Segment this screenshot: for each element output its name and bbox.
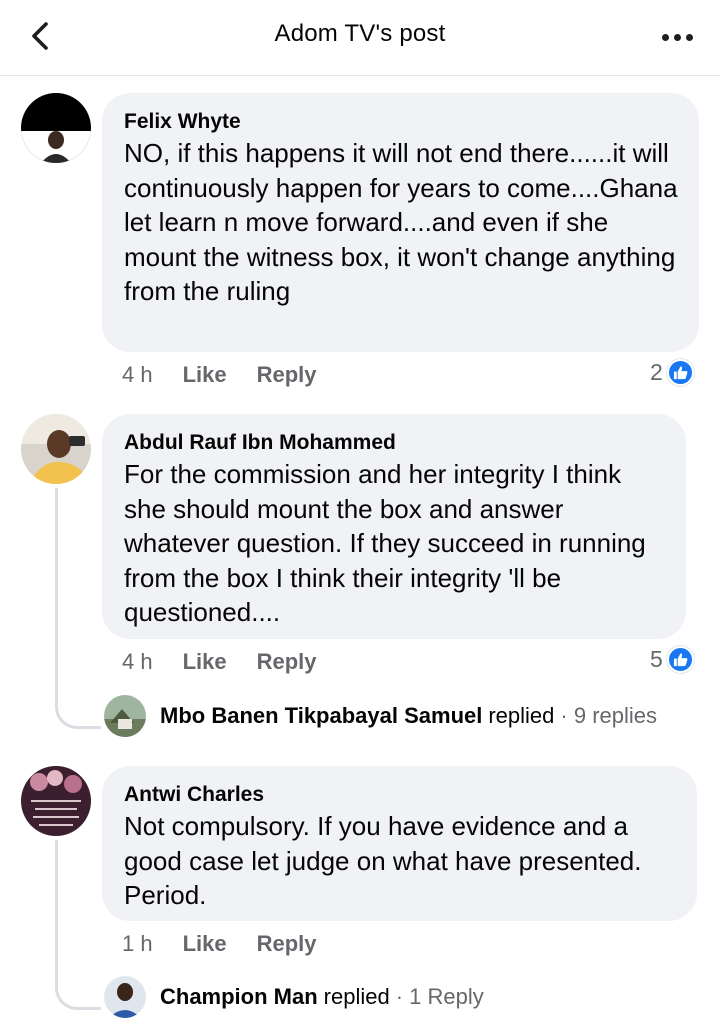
replies-summary[interactable]: Mbo Banen Tikpabayal Samuel replied · 9 … — [160, 703, 657, 729]
avatar[interactable] — [21, 766, 91, 836]
comment-author[interactable]: Abdul Rauf Ibn Mohammed — [124, 430, 666, 456]
reply-thread-line — [55, 488, 101, 729]
comment-time[interactable]: 4 h — [122, 649, 153, 675]
comment-time[interactable]: 1 h — [122, 931, 153, 957]
avatar[interactable] — [21, 414, 91, 484]
more-horizontal-icon[interactable] — [662, 32, 696, 42]
thumbs-up-icon — [666, 359, 694, 386]
reaction-number: 2 — [650, 359, 663, 385]
reaction-count[interactable]: 2 — [650, 359, 694, 386]
replied-label: replied — [323, 984, 390, 1009]
comment-author[interactable]: Antwi Charles — [124, 782, 677, 808]
comment-text: NO, if this happens it will not end ther… — [124, 138, 678, 306]
like-button[interactable]: Like — [183, 362, 227, 388]
reaction-number: 5 — [650, 646, 663, 672]
comment-meta: 1 h Like Reply — [122, 931, 317, 957]
comment-bubble: Abdul Rauf Ibn Mohammed For the commissi… — [102, 414, 686, 639]
reply-count[interactable]: · 1 Reply — [396, 984, 484, 1010]
comment-time[interactable]: 4 h — [122, 362, 153, 388]
reply-author[interactable]: Mbo Banen Tikpabayal Samuel — [160, 703, 482, 729]
replies-summary[interactable]: Champion Man replied · 1 Reply — [160, 984, 484, 1010]
avatar[interactable] — [104, 695, 146, 737]
comment-text: Not compulsory. If you have evidence and… — [124, 811, 642, 910]
reaction-count[interactable]: 5 — [650, 646, 694, 673]
avatar[interactable] — [104, 976, 146, 1018]
comment-bubble: Felix Whyte NO, if this happens it will … — [102, 93, 699, 352]
reply-button[interactable]: Reply — [257, 649, 317, 675]
avatar[interactable] — [21, 93, 91, 163]
comment-meta: 4 h Like Reply — [122, 362, 317, 388]
thumbs-up-icon — [666, 646, 694, 673]
replied-label: replied — [488, 703, 555, 728]
page-title: Adom TV's post — [274, 20, 446, 47]
reply-button[interactable]: Reply — [257, 931, 317, 957]
comment-meta: 4 h Like Reply — [122, 649, 317, 675]
reply-thread-line — [55, 840, 101, 1010]
reply-button[interactable]: Reply — [257, 362, 317, 388]
comment-text: For the commission and her integrity I t… — [124, 459, 646, 627]
comment-author[interactable]: Felix Whyte — [124, 109, 679, 135]
post-header: Adom TV's post — [0, 0, 720, 76]
comment-bubble: Antwi Charles Not compulsory. If you hav… — [102, 766, 697, 921]
reply-count[interactable]: · 9 replies — [560, 703, 657, 729]
like-button[interactable]: Like — [183, 931, 227, 957]
reply-author[interactable]: Champion Man — [160, 984, 318, 1010]
like-button[interactable]: Like — [183, 649, 227, 675]
